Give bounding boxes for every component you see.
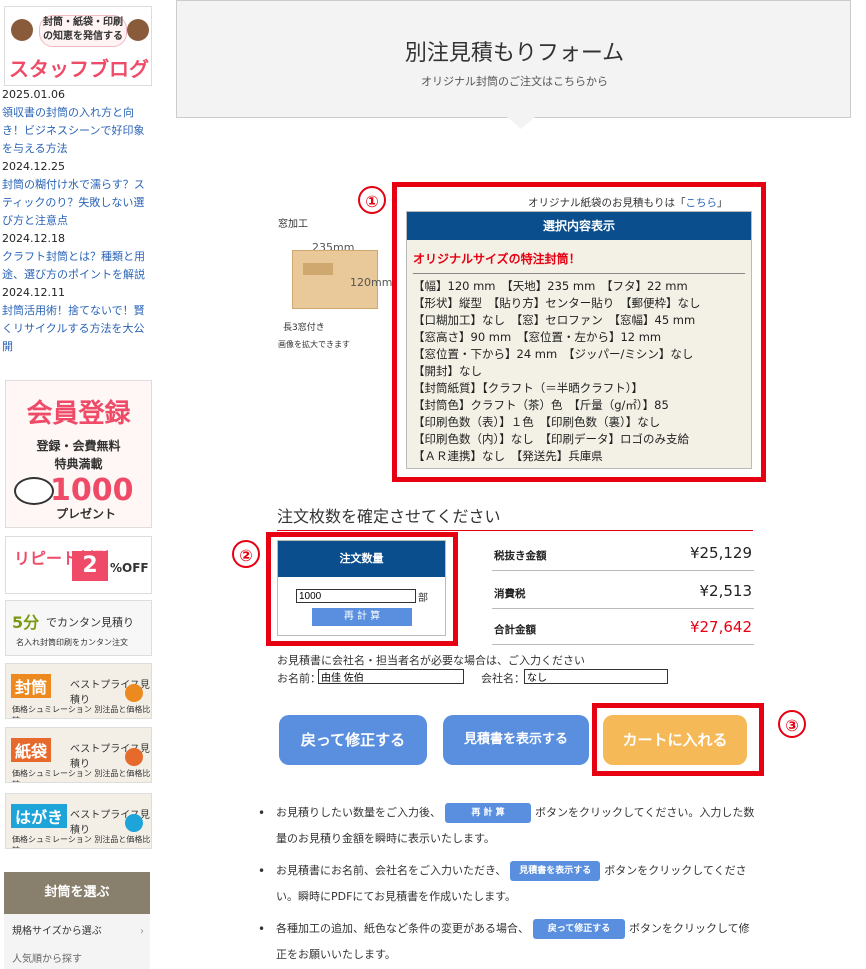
envelope-estimate-banner[interactable]: 封筒 ベストプライス見積り 価格シュミレーション 別注品と価格比較 bbox=[5, 663, 152, 719]
member-points: 1000 bbox=[50, 473, 134, 508]
subtotal-value: ¥25,129 bbox=[689, 544, 752, 562]
company-field[interactable] bbox=[524, 669, 668, 684]
blog-post-link[interactable]: 領収書の封筒の入れ方と向き！ビジネスシーンで好印象を与える方法 bbox=[2, 104, 152, 158]
tax-label: 消費税 bbox=[494, 588, 526, 600]
quick-desc: でカンタン見積り bbox=[46, 616, 134, 629]
bullet-dot: • bbox=[258, 922, 266, 936]
marker-1: ① bbox=[358, 186, 386, 214]
member-title: 会員登録 bbox=[26, 399, 131, 429]
highlight-box-quantity bbox=[266, 532, 458, 646]
est-title: 紙袋 bbox=[11, 738, 52, 762]
help-pre: 各種加工の追加、紙色など条件の変更がある場合、 bbox=[276, 922, 529, 935]
paperbag-estimate-banner[interactable]: 紙袋 ベストプライス見積り 価格シュミレーション 別注品と価格比較 bbox=[5, 727, 152, 783]
help-recalc-button[interactable]: 再 計 算 bbox=[445, 803, 531, 823]
est-note: 価格シュミレーション 別注品と価格比較 bbox=[12, 705, 151, 718]
blog-title: スタッフブログ bbox=[9, 57, 149, 81]
bullet-dot: • bbox=[258, 864, 266, 878]
select-envelope-heading: 封筒を選ぶ bbox=[4, 872, 150, 914]
member-present: プレゼント bbox=[56, 507, 117, 521]
quick-estimate-banner[interactable]: 5分 でカンタン見積り 名入れ封筒印刷をカンタン注文 bbox=[5, 600, 152, 656]
header-notch bbox=[507, 117, 535, 129]
blog-post-list: 2025.01.06 領収書の封筒の入れ方と向き！ビジネスシーンで好印象を与える… bbox=[2, 86, 152, 356]
chevron-right-icon: › bbox=[140, 926, 144, 937]
member-line1: 登録・会費無料 bbox=[36, 439, 121, 453]
blog-tagline: 封筒・紙袋・印刷の知恵を発信する bbox=[39, 15, 127, 47]
price-row-total: 合計金額 ¥27,642 bbox=[492, 614, 754, 645]
form-header: 別注見積もりフォーム オリジナル封筒のご注文はこちらから bbox=[176, 0, 851, 118]
price-row-tax: 消費税 ¥2,513 bbox=[492, 578, 754, 609]
select-item-label: 規格サイズから選ぶ bbox=[12, 926, 102, 937]
repeat-num: 2 bbox=[72, 551, 108, 581]
blog-post-link[interactable]: 封筒活用術！捨てないで！賢くリサイクルする方法を大公開 bbox=[2, 302, 152, 356]
est-note: 価格シュミレーション 別注品と価格比較 bbox=[12, 769, 151, 782]
total-label: 合計金額 bbox=[494, 624, 536, 636]
blog-post-date: 2024.12.18 bbox=[2, 232, 65, 245]
quick-note: 名入れ封筒印刷をカンタン注文 bbox=[16, 638, 128, 647]
repeat-discount-banner[interactable]: リピート割引 2 %OFF bbox=[5, 536, 152, 594]
help-pre: お見積りしたい数量をご入力後、 bbox=[276, 806, 441, 819]
est-title: はがき bbox=[11, 804, 68, 828]
page-title: 別注見積もりフォーム bbox=[404, 41, 625, 66]
back-edit-button[interactable]: 戻って修正する bbox=[279, 715, 427, 765]
quick-title: 5分 bbox=[12, 613, 40, 632]
help-text: お見積書にお名前、会社名をご入力いただき、 見積書を表示する ボタンをクリックしてく… bbox=[276, 858, 756, 910]
blog-post-link[interactable]: クラフト封筒とは？種類と用途、選び方のポイントを解説 bbox=[2, 248, 152, 284]
arrow-right-icon bbox=[125, 684, 143, 702]
window-label: 窓加工 bbox=[278, 219, 308, 230]
blog-post-date: 2024.12.25 bbox=[2, 160, 65, 173]
arrow-right-icon bbox=[125, 748, 143, 766]
envelope-type-label: 長3窓付き bbox=[283, 323, 325, 333]
name-label: お名前： bbox=[277, 672, 321, 685]
help-text: 各種加工の追加、紙色など条件の変更がある場合、 戻って修正する ボタンをクリックして… bbox=[276, 916, 756, 968]
est-note: 価格シュミレーション 別注品と価格比較 bbox=[12, 835, 151, 848]
tax-value: ¥2,513 bbox=[699, 582, 753, 600]
sidebar: 封筒・紙袋・印刷の知恵を発信する スタッフブログ 2025.01.06 領収書の… bbox=[0, 0, 152, 969]
help-back-button[interactable]: 戻って修正する bbox=[533, 919, 625, 939]
view-quote-button[interactable]: 見積書を表示する bbox=[443, 715, 589, 765]
envelope-height-label: 120mm bbox=[350, 276, 393, 289]
name-field[interactable] bbox=[318, 669, 464, 684]
total-value: ¥27,642 bbox=[689, 618, 752, 636]
confirm-quantity-title: 注文枚数を確定させてください bbox=[277, 507, 501, 526]
name-note: お見積書に会社名・担当者名が必要な場合は、ご入力ください bbox=[277, 654, 585, 667]
staff-blog-banner[interactable]: 封筒・紙袋・印刷の知恵を発信する スタッフブログ bbox=[4, 6, 152, 86]
select-by-size-link[interactable]: 規格サイズから選ぶ › bbox=[4, 914, 150, 950]
envelope-window bbox=[303, 263, 333, 275]
staff-face-icon bbox=[11, 19, 33, 41]
blog-post-date: 2024.12.11 bbox=[2, 286, 65, 299]
zoom-note: 画像を拡大できます bbox=[278, 340, 350, 349]
price-row-subtotal: 税抜き金額 ¥25,129 bbox=[492, 540, 754, 571]
coin-icon bbox=[14, 477, 54, 505]
help-text: お見積りしたい数量をご入力後、再 計 算ボタンをクリックしてください。入力した数… bbox=[276, 800, 756, 852]
blog-post-link[interactable]: 封筒の糊付け水で濡らす？スティックのり？失敗しない選び方と注意点 bbox=[2, 176, 152, 230]
postcard-estimate-banner[interactable]: はがき ベストプライス見積り 価格シュミレーション 別注品と価格比較 bbox=[5, 793, 152, 849]
help-pre: お見積書にお名前、会社名をご入力いただき、 bbox=[276, 864, 507, 877]
arrow-right-icon bbox=[125, 814, 143, 832]
help-view-quote-button[interactable]: 見積書を表示する bbox=[510, 861, 601, 881]
bullet-dot: • bbox=[258, 806, 266, 820]
blog-post-date: 2025.01.06 bbox=[2, 88, 65, 101]
staff-face-icon bbox=[127, 19, 149, 41]
marker-2: ② bbox=[232, 540, 260, 568]
repeat-suffix: %OFF bbox=[110, 561, 149, 575]
subtotal-label: 税抜き金額 bbox=[494, 550, 547, 562]
highlight-box-summary bbox=[392, 182, 766, 482]
page-subtitle: オリジナル封筒のご注文はこちらから bbox=[421, 75, 608, 88]
company-label: 会社名： bbox=[481, 672, 525, 685]
est-title: 封筒 bbox=[11, 674, 52, 698]
member-registration-banner[interactable]: 会員登録 登録・会費無料 特典満載 1000 プレゼント bbox=[5, 380, 152, 528]
select-by-popularity-link[interactable]: 人気順から探す bbox=[4, 950, 150, 969]
highlight-box-cart bbox=[592, 703, 764, 776]
member-line2: 特典満載 bbox=[54, 457, 103, 471]
confirm-divider bbox=[277, 530, 753, 531]
marker-3: ③ bbox=[778, 710, 806, 738]
